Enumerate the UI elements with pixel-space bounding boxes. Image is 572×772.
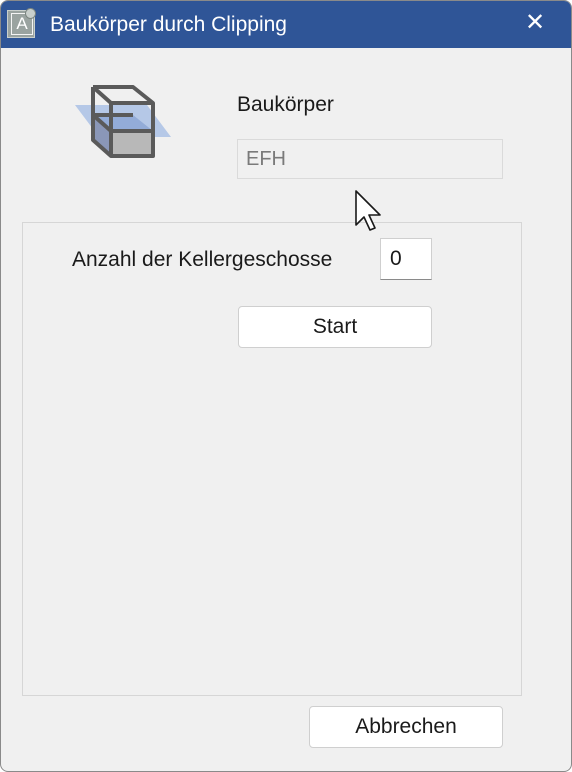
title-bar: A Baukörper durch Clipping ✕ (1, 1, 571, 48)
app-icon-badge (25, 8, 36, 19)
app-icon: A (7, 8, 36, 38)
body-label: Baukörper (237, 93, 334, 116)
body-field[interactable]: EFH (237, 139, 503, 179)
group-box (22, 222, 522, 696)
window-title: Baukörper durch Clipping (50, 13, 287, 36)
mouse-cursor-icon (355, 190, 385, 237)
basement-count-label: Anzahl der Kellergeschosse (72, 248, 333, 271)
close-button[interactable]: ✕ (517, 7, 553, 39)
dialog-window: A Baukörper durch Clipping ✕ Baukörper E… (0, 0, 572, 772)
basement-count-input[interactable]: 0 (380, 238, 432, 280)
start-button[interactable]: Start (238, 306, 432, 348)
building-body-clipping-icon (73, 85, 173, 166)
cancel-button[interactable]: Abbrechen (309, 706, 503, 748)
